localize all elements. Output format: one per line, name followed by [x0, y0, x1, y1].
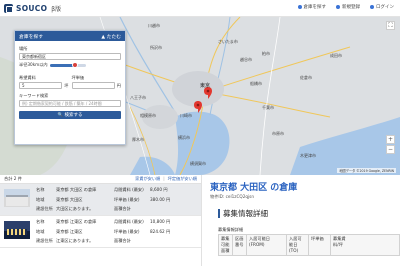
detail-title: 東京都 大田区 の倉庫	[210, 183, 298, 193]
results-count: 合計 2 件	[4, 176, 22, 181]
svg-text:市原市: 市原市	[272, 130, 284, 136]
map-credit: 地図データ ©2019 Google, ZENRIN	[337, 168, 396, 173]
list-item[interactable]: 名称 東京都 大田区 の倉庫 地域 東京都 大田区 建設住所 大田区にあります。 月間…	[0, 184, 201, 216]
search-panel-title: 倉庫を探す	[19, 34, 43, 40]
search-panel-header: 倉庫を探す ▲ たたむ	[15, 31, 125, 41]
svg-text:船橋市: 船橋市	[250, 80, 262, 86]
location-input[interactable]: 東京都新宿区	[19, 53, 121, 60]
svg-text:厚木市: 厚木市	[132, 136, 144, 142]
rent-input[interactable]: 5	[19, 82, 63, 89]
zoom-out-button[interactable]: −	[386, 145, 395, 154]
sort-by-rent-link[interactable]: 家賃が安い順	[135, 176, 160, 182]
zoom-in-button[interactable]: +	[386, 135, 395, 144]
keyword-label: キーワード検索	[19, 93, 49, 98]
detail-panel: 東京都 大田区 の倉庫 物件ID: cel1zCQ2qjsn 募集情報詳細 募集…	[210, 175, 400, 266]
svg-text:川越市: 川越市	[148, 22, 160, 28]
svg-text:千葉市: 千葉市	[262, 104, 274, 110]
table-header: 募集 可能 面積	[218, 234, 233, 256]
svg-text:木更津市: 木更津市	[300, 152, 316, 158]
svg-text:柏市: 柏市	[262, 50, 270, 56]
logo-beta-label: β版	[51, 6, 62, 13]
warehouse-thumbnail	[4, 221, 30, 239]
nav-register[interactable]: 新規登録	[336, 4, 360, 10]
svg-text:東京: 東京	[200, 82, 210, 89]
vacancy-table: 募集 可能 面積 区画 番号 入居可能日 (FROM) 入居可 能日 (TO) …	[218, 234, 400, 256]
svg-text:成田市: 成田市	[330, 52, 342, 58]
section-title: 募集情報詳細	[218, 208, 268, 219]
sort-by-unit-price-link[interactable]: 坪定価が安い順	[168, 176, 197, 182]
svg-text:川崎市: 川崎市	[180, 112, 192, 118]
logo-icon	[4, 4, 13, 13]
property-id: 物件ID: cel1zCQ2qjsn	[210, 194, 255, 199]
map-label: さいたま市	[218, 38, 238, 44]
table-header: 入居可能日 (FROM)	[246, 234, 287, 256]
table-header: 坪単価	[308, 234, 331, 256]
svg-text:越谷市: 越谷市	[240, 56, 252, 62]
table-caption: 募集情報詳細	[218, 227, 244, 232]
section-accent-bar	[218, 209, 220, 218]
user-plus-icon	[336, 5, 340, 9]
radius-slider-knob[interactable]	[71, 62, 78, 68]
radius-label: 半径30km以内	[19, 62, 48, 67]
svg-text:佐倉市: 佐倉市	[300, 74, 312, 80]
svg-text:八王子市: 八王子市	[130, 94, 146, 100]
rent2-label: 坪単価	[71, 75, 85, 80]
rent2-unit: 円	[116, 82, 121, 88]
login-icon	[370, 5, 374, 9]
radius-slider[interactable]	[49, 62, 86, 68]
logo[interactable]: SOUCO β版	[4, 3, 61, 14]
results-list: 合計 2 件 家賃が安い順 | 坪定価が安い順 名称 東京都 大田区 の倉庫 地域…	[0, 175, 202, 266]
rent-label: 希望賃料	[19, 75, 36, 80]
top-bar: SOUCO β版 倉庫を探す 新規登録 ログイン	[0, 0, 400, 17]
list-item[interactable]: 名称 東京都 江東区 の倉庫 地域 東京都 江東区 建設住所 江東区にあります。 月間…	[0, 216, 201, 248]
table-header: 区画 番号	[232, 234, 247, 256]
svg-text:相模原市: 相模原市	[140, 112, 156, 118]
collapse-button[interactable]: ▲ たたむ	[101, 33, 121, 40]
logo-text: SOUCO	[16, 4, 48, 13]
svg-text:所沢市: 所沢市	[150, 44, 162, 50]
search-icon	[297, 5, 302, 9]
svg-text:横須賀市: 横須賀市	[190, 160, 206, 166]
nav-login[interactable]: ログイン	[370, 4, 394, 10]
location-label: 場所	[19, 46, 28, 51]
keyword-input[interactable]: 例) 定期借家契約可能 / 鉄筋 / 築年 / 24時間	[19, 100, 121, 107]
nav-search-warehouse[interactable]: 倉庫を探す	[297, 4, 326, 10]
rent2-input[interactable]	[71, 82, 115, 89]
svg-text:横浜市: 横浜市	[178, 134, 190, 140]
search-button[interactable]: 🔍 検索する	[19, 111, 121, 119]
map-marker-otaku	[194, 101, 202, 113]
table-header: 募集賃 料/坪	[330, 234, 400, 256]
search-panel: 倉庫を探す ▲ たたむ 場所 東京都新宿区 半径30km以内 希望賃料 5 坪 …	[14, 30, 126, 145]
warehouse-thumbnail	[4, 189, 30, 207]
table-header: 入居可 能日 (TO)	[286, 234, 309, 256]
top-nav: 倉庫を探す 新規登録 ログイン	[297, 4, 394, 10]
rent-unit: 坪	[64, 82, 69, 88]
fullscreen-icon[interactable]: ⛶	[386, 21, 395, 30]
